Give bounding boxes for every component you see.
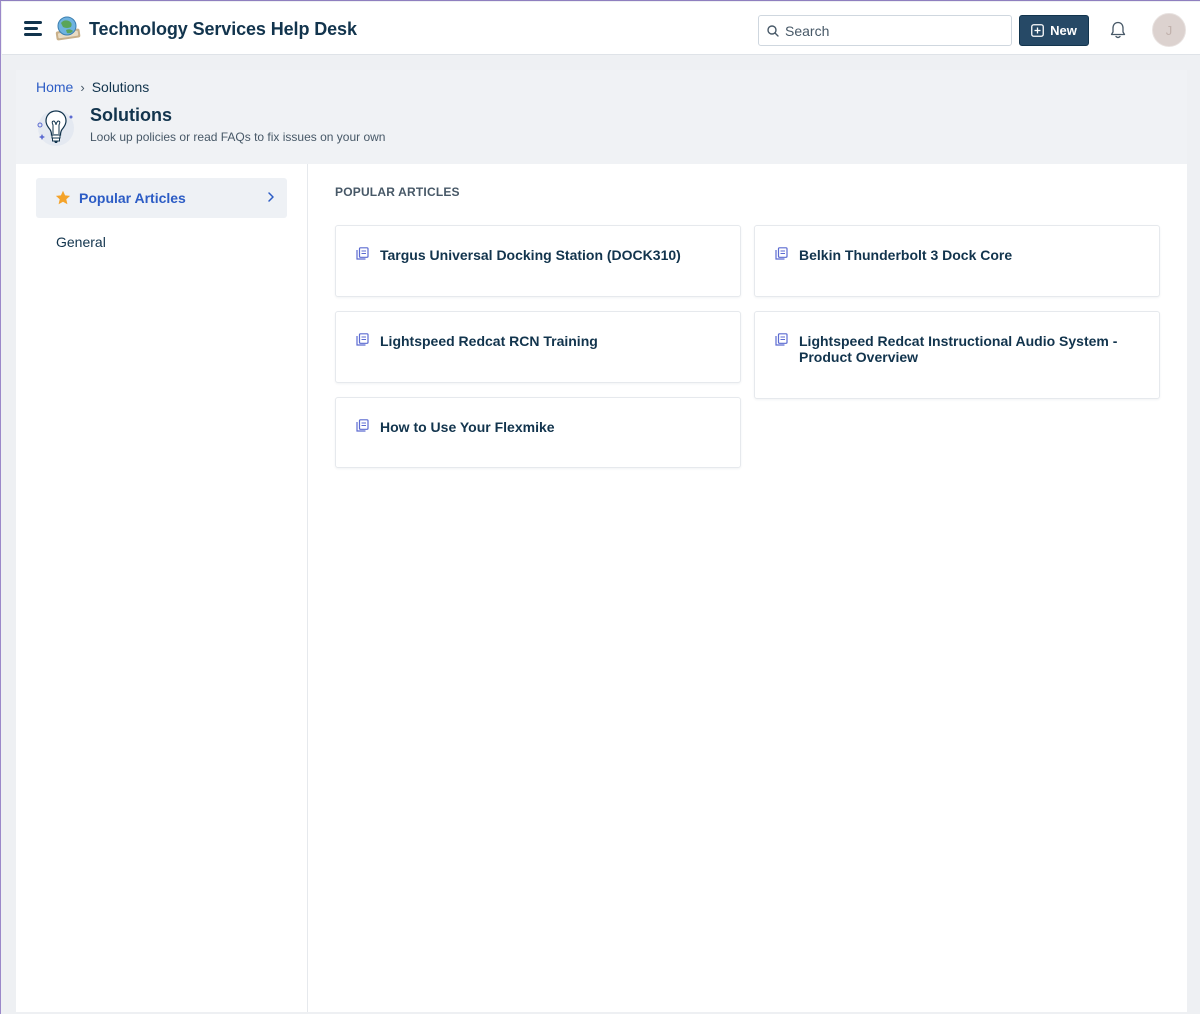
category-sidebar: Popular Articles General: [16, 164, 308, 1012]
section-title: POPULAR ARTICLES: [335, 185, 460, 199]
article-title: Lightspeed Redcat Instructional Audio Sy…: [799, 333, 1118, 365]
sidebar-item-popular-articles[interactable]: Popular Articles: [36, 178, 287, 218]
bell-icon[interactable]: [1108, 20, 1128, 40]
article-title: Targus Universal Docking Station (DOCK31…: [380, 247, 681, 263]
app-title: Technology Services Help Desk: [89, 19, 357, 39]
search-input[interactable]: [785, 22, 1005, 39]
breadcrumb: Home › Solutions: [36, 79, 149, 95]
breadcrumb-home-link[interactable]: Home: [36, 79, 73, 95]
document-icon: [775, 247, 788, 260]
document-icon: [775, 333, 788, 346]
article-card[interactable]: Lightspeed Redcat RCN Training: [335, 311, 741, 383]
avatar-initial: J: [1165, 22, 1173, 38]
sidebar-item-label: Popular Articles: [79, 190, 186, 206]
helpdesk-logo: [55, 16, 81, 41]
article-title: Belkin Thunderbolt 3 Dock Core: [799, 247, 1013, 263]
page-subtitle: Look up policies or read FAQs to fix iss…: [90, 130, 386, 144]
breadcrumb-current: Solutions: [91, 79, 150, 95]
search-box[interactable]: [758, 15, 1012, 46]
top-header: Technology Services Help Desk New J: [2, 2, 1200, 55]
page-title: Solutions: [90, 105, 172, 125]
articles-panel: POPULAR ARTICLES Targus Universal Dockin…: [335, 164, 1165, 1012]
new-button-label: New: [1050, 23, 1077, 38]
sidebar-item-general[interactable]: General: [56, 234, 106, 250]
search-icon: [767, 24, 779, 37]
article-title: How to Use Your Flexmike: [380, 419, 555, 435]
app-window: Technology Services Help Desk New J: [0, 0, 1200, 1014]
article-card[interactable]: Belkin Thunderbolt 3 Dock Core: [754, 225, 1160, 297]
article-title: Lightspeed Redcat RCN Training: [380, 333, 598, 349]
chevron-right-icon: ›: [80, 79, 85, 95]
plus-square-icon: [1031, 24, 1045, 37]
content-area: Popular Articles General POPULAR ARTICLE…: [16, 164, 1187, 1012]
user-avatar[interactable]: J: [1152, 13, 1186, 47]
new-button[interactable]: New: [1019, 15, 1089, 46]
document-icon: [356, 333, 369, 346]
article-card[interactable]: How to Use Your Flexmike: [335, 397, 741, 468]
hamburger-icon[interactable]: [24, 21, 42, 37]
star-icon: [55, 190, 71, 205]
document-icon: [356, 247, 369, 260]
document-icon: [356, 419, 369, 432]
lightbulb-icon: [37, 110, 74, 146]
article-card[interactable]: Lightspeed Redcat Instructional Audio Sy…: [754, 311, 1160, 399]
chevron-right-icon: [268, 192, 274, 202]
page-header: Home › Solutions Solutions Look up polic…: [16, 70, 1187, 164]
article-card[interactable]: Targus Universal Docking Station (DOCK31…: [335, 225, 741, 297]
